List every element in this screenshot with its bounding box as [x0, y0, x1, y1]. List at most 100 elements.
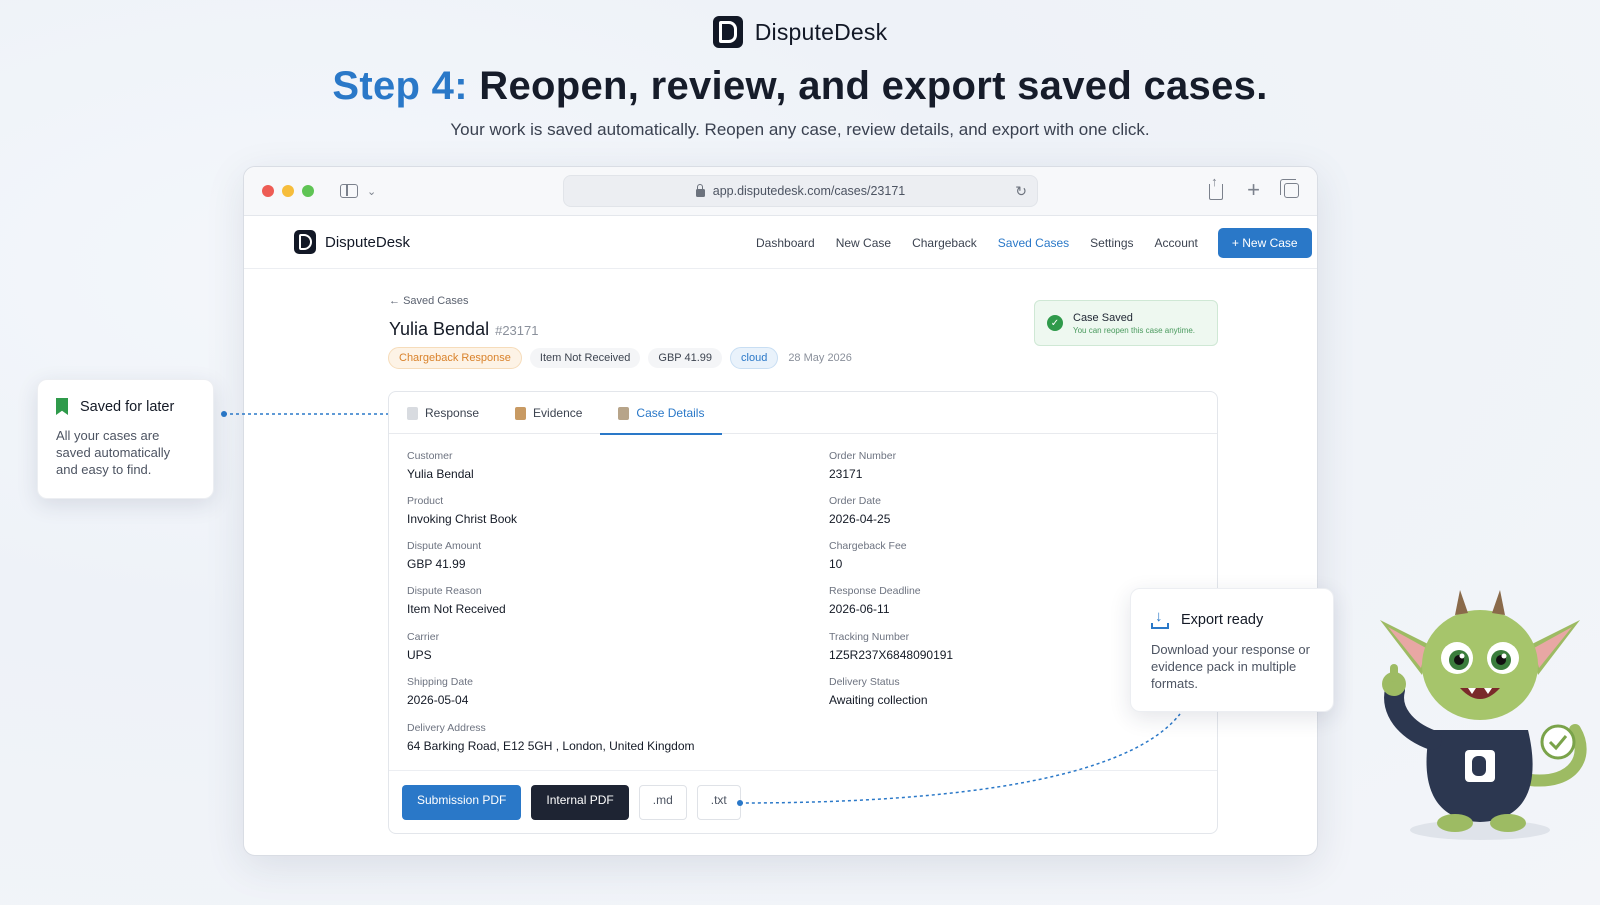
export-actions: Submission PDF Internal PDF .md .txt	[389, 770, 1217, 834]
sidebar-icon[interactable]	[340, 184, 358, 198]
tab-evidence-label: Evidence	[533, 406, 583, 420]
field-label: Product	[407, 495, 444, 507]
tab-response[interactable]: Response	[407, 392, 497, 434]
field-label: Delivery Address	[407, 722, 486, 734]
callout-header: Export ready	[1151, 609, 1313, 629]
field-value: Item Not Received	[407, 602, 506, 616]
field-shipping-date: Shipping Date 2026-05-04	[407, 676, 473, 707]
field-label: Dispute Reason	[407, 585, 482, 597]
window-controls	[262, 185, 314, 197]
field-label: Shipping Date	[407, 676, 473, 688]
export-ready-callout: Export ready Download your response or e…	[1130, 588, 1334, 712]
case-panel: Response Evidence Case Details Customer …	[388, 391, 1218, 834]
clipboard-icon	[515, 406, 527, 420]
nav-dashboard[interactable]: Dashboard	[756, 236, 815, 250]
field-response-deadline: Response Deadline 2026-06-11	[829, 585, 921, 616]
tab-case-details[interactable]: Case Details	[600, 392, 723, 435]
case-tabs: Response Evidence Case Details	[389, 392, 1217, 435]
top-brand: DisputeDesk	[0, 16, 1600, 48]
reload-icon[interactable]: ↻	[1015, 183, 1027, 200]
lock-icon	[695, 183, 705, 197]
field-value: 2026-05-04	[407, 693, 469, 707]
field-label: Customer	[407, 450, 453, 462]
field-delivery-status: Delivery Status Awaiting collection	[829, 676, 928, 707]
field-customer: Customer Yulia Bendal	[407, 450, 474, 481]
field-value: UPS	[407, 648, 432, 662]
back-link-label: Saved Cases	[403, 295, 469, 307]
download-icon	[1151, 609, 1169, 629]
document-icon	[407, 406, 418, 420]
field-value: 2026-06-11	[829, 602, 890, 616]
field-label: Order Number	[829, 450, 897, 462]
tab-evidence[interactable]: Evidence	[497, 392, 600, 434]
badge-case-type: Chargeback Response	[388, 347, 522, 369]
field-delivery-address: Delivery Address 64 Barking Road, E12 5G…	[407, 722, 695, 753]
tab-response-label: Response	[425, 406, 480, 420]
plus-icon[interactable]: +	[1247, 179, 1260, 201]
field-label: Order Date	[829, 495, 881, 507]
customer-name: Yulia Bendal	[389, 319, 490, 339]
step-label: Step 4:	[332, 64, 468, 108]
field-value: Invoking Christ Book	[407, 512, 518, 526]
page-subline: Your work is saved automatically. Reopen…	[450, 120, 1150, 139]
bookmark-icon	[56, 398, 68, 415]
field-value: GBP 41.99	[407, 557, 466, 571]
field-label: Delivery Status	[829, 676, 900, 688]
field-value: 2026-04-25	[829, 512, 891, 526]
goblin-mascot-icon	[1380, 590, 1587, 840]
badge-amount: GBP 41.99	[648, 348, 723, 368]
field-tracking-number: Tracking Number 1Z5R237X6848090191	[829, 631, 953, 662]
field-value: 64 Barking Road, E12 5GH , London, Unite…	[407, 739, 695, 753]
field-value: 10	[829, 557, 843, 571]
nav-saved-cases[interactable]: Saved Cases	[998, 236, 1069, 250]
field-order-number: Order Number 23171	[829, 450, 896, 481]
back-to-saved-cases-link[interactable]: ← Saved Cases	[389, 295, 469, 307]
field-chargeback-fee: Chargeback Fee 10	[829, 540, 907, 571]
nav-chargeback[interactable]: Chargeback	[912, 236, 977, 250]
badge-reason: Item Not Received	[529, 348, 641, 368]
field-value: 23171	[829, 467, 863, 481]
case-number: #23171	[495, 323, 539, 338]
field-label: Response Deadline	[829, 585, 921, 597]
top-brand-name: DisputeDesk	[754, 18, 888, 45]
case-content: ← Saved Cases Yulia Bendal #23171 Chargeb…	[244, 269, 1317, 855]
address-bar[interactable]: app.disputedesk.com/cases/23171 ↻	[563, 175, 1038, 207]
nav-account[interactable]: Account	[1155, 236, 1198, 250]
page-headline: Step 4: Reopen, review, and export saved…	[0, 64, 1600, 109]
field-value: Yulia Bendal	[407, 467, 474, 481]
disputedesk-logo-icon	[712, 16, 743, 48]
notepad-icon	[618, 406, 630, 420]
saved-connector-dot	[221, 411, 227, 417]
tabs-icon[interactable]	[1280, 179, 1299, 198]
field-value[interactable]: 1Z5R237X6848090191	[829, 648, 953, 662]
maximize-window-button[interactable]	[302, 185, 314, 197]
check-icon: ✓	[1047, 315, 1063, 331]
badge-date: 28 May 2026	[788, 352, 852, 364]
case-title: Yulia Bendal #23171	[389, 319, 538, 340]
minimize-window-button[interactable]	[282, 185, 294, 197]
field-order-date: Order Date 2026-04-25	[829, 495, 890, 526]
saved-for-later-callout: Saved for later All your cases are saved…	[37, 379, 214, 499]
browser-actions: +	[1209, 174, 1299, 201]
field-label: Carrier	[407, 631, 440, 643]
internal-pdf-button[interactable]: Internal PDF	[531, 785, 629, 820]
headline-text: Reopen, review, and export saved cases.	[479, 64, 1268, 108]
field-label: Tracking Number	[829, 631, 910, 643]
nav-links: Dashboard New Case Chargeback Saved Case…	[756, 216, 1312, 269]
callout-body: All your cases are saved automatically a…	[56, 428, 171, 477]
export-md-button[interactable]: .md	[638, 785, 687, 820]
nav-settings[interactable]: Settings	[1090, 236, 1133, 250]
close-window-button[interactable]	[262, 185, 274, 197]
new-case-button[interactable]: + New Case	[1217, 227, 1312, 258]
share-icon[interactable]	[1209, 174, 1224, 200]
callout-title: Export ready	[1181, 612, 1264, 628]
nav-new-case[interactable]: New Case	[836, 236, 891, 250]
chevron-down-icon[interactable]: ⌄	[367, 185, 376, 198]
browser-chrome: ⌄ app.disputedesk.com/cases/23171 ↻ +	[244, 167, 1317, 216]
submission-pdf-button[interactable]: Submission PDF	[402, 785, 522, 820]
app-brand[interactable]: DisputeDesk	[294, 230, 410, 254]
field-product: Product Invoking Christ Book	[407, 495, 517, 526]
toast-subtitle: You can reopen this case anytime.	[1073, 325, 1196, 335]
export-txt-button[interactable]: .txt	[696, 785, 741, 820]
case-saved-toast: ✓ Case Saved You can reopen this case an…	[1034, 300, 1218, 346]
